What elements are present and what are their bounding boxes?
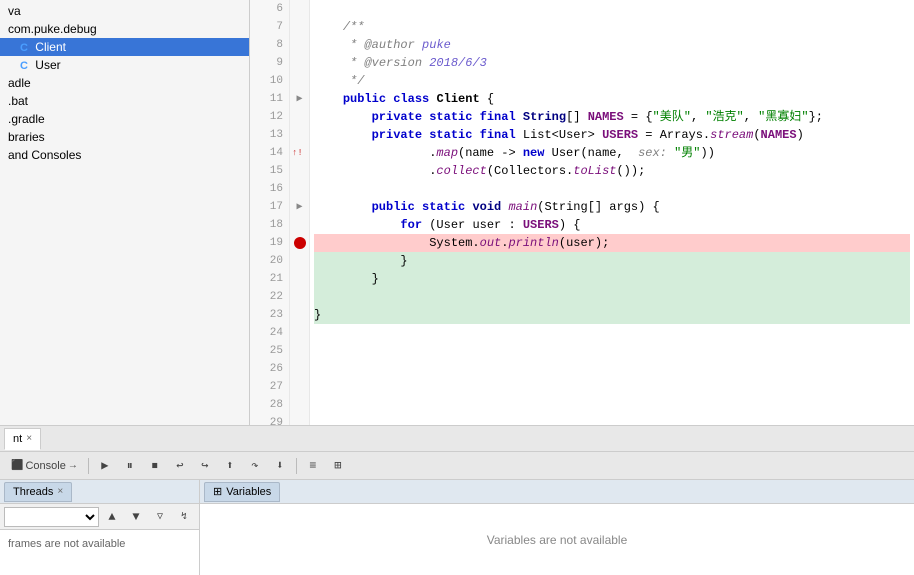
variables-icon: ⊞ bbox=[213, 485, 222, 498]
variables-unavailable-text: Variables are not available bbox=[487, 533, 628, 547]
sidebar-item-adle[interactable]: adle bbox=[0, 74, 249, 92]
btn-step-out[interactable]: ⬆ bbox=[219, 455, 241, 477]
toolbar-sep-2 bbox=[296, 458, 297, 474]
debug-tab-nt[interactable]: nt × bbox=[4, 428, 41, 450]
code-line-6 bbox=[314, 0, 910, 18]
btn-step-over[interactable]: ↩ bbox=[169, 455, 191, 477]
threads-panel: Threads × ▲ ▼ ▽ ↯ frames are not availab… bbox=[0, 480, 200, 575]
threads-toolbar: ▲ ▼ ▽ ↯ bbox=[0, 504, 199, 530]
code-line-25 bbox=[314, 342, 910, 360]
variables-content: Variables are not available bbox=[200, 504, 914, 575]
code-line-22 bbox=[314, 288, 910, 306]
editor: 6 7 8 9 10 11 12 13 14 15 16 17 18 19 20… bbox=[250, 0, 914, 425]
console-label-btn: ⬛ Console → bbox=[6, 455, 83, 477]
btn-layout[interactable]: ⊞ bbox=[327, 455, 349, 477]
code-line-11: public class Client { bbox=[314, 90, 910, 108]
threads-btn-up[interactable]: ▲ bbox=[101, 506, 123, 528]
threads-dropdown[interactable] bbox=[4, 507, 99, 527]
code-line-27 bbox=[314, 378, 910, 396]
annotation-14: ↑! bbox=[290, 144, 309, 162]
line-numbers: 6 7 8 9 10 11 12 13 14 15 16 17 18 19 20… bbox=[250, 0, 290, 425]
code-line-10: */ bbox=[314, 72, 910, 90]
code-line-13: private static final List<User> USERS = … bbox=[314, 126, 910, 144]
bottom-panel: nt × ⬛ Console → ▶ ⏸ ⏹ ↩ ↪ ⬆ ↷ ⬇ ≡ ⊞ bbox=[0, 425, 914, 575]
code-line-12: private static final String[] NAMES = {"… bbox=[314, 108, 910, 126]
btn-step-into[interactable]: ↪ bbox=[194, 455, 216, 477]
sidebar: va com.puke.debug C Client C User adle .… bbox=[0, 0, 250, 425]
variables-tab-label: Variables bbox=[226, 486, 271, 498]
debug-tab-bar: nt × bbox=[0, 426, 914, 452]
code-line-23: } bbox=[314, 306, 910, 324]
debug-toolbar: ⬛ Console → ▶ ⏸ ⏹ ↩ ↪ ⬆ ↷ ⬇ ≡ ⊞ bbox=[0, 452, 914, 480]
code-line-19: System.out.println(user); bbox=[314, 234, 910, 252]
threads-tab-label: Threads bbox=[13, 486, 53, 498]
code-line-29 bbox=[314, 414, 910, 425]
frames-unavailable-text: frames are not available bbox=[4, 534, 195, 554]
threads-tab-close[interactable]: × bbox=[57, 486, 63, 497]
code-content: /** * @author puke * @version 2018/6/3 *… bbox=[310, 0, 914, 425]
console-arrow: → bbox=[68, 460, 78, 471]
code-line-28 bbox=[314, 396, 910, 414]
panel-content: Threads × ▲ ▼ ▽ ↯ frames are not availab… bbox=[0, 480, 914, 575]
threads-tab-bar: Threads × bbox=[0, 480, 199, 504]
code-line-14: .map(name -> new User(name, sex: "男")) bbox=[314, 144, 910, 162]
sidebar-item-client[interactable]: C Client bbox=[0, 38, 249, 56]
variables-tab-bar: ⊞ Variables bbox=[200, 480, 914, 504]
code-line-16 bbox=[314, 180, 910, 198]
code-area: va com.puke.debug C Client C User adle .… bbox=[0, 0, 914, 425]
btn-settings[interactable]: ≡ bbox=[302, 455, 324, 477]
threads-btn-down[interactable]: ▼ bbox=[125, 506, 147, 528]
sidebar-item-user[interactable]: C User bbox=[0, 56, 249, 74]
btn-evaluate[interactable]: ⬇ bbox=[269, 455, 291, 477]
code-line-17: public static void main(String[] args) { bbox=[314, 198, 910, 216]
threads-tab[interactable]: Threads × bbox=[4, 482, 72, 502]
code-line-18: for (User user : USERS) { bbox=[314, 216, 910, 234]
variables-panel: ⊞ Variables Variables are not available bbox=[200, 480, 914, 575]
threads-btn-filter[interactable]: ▽ bbox=[149, 506, 171, 528]
btn-stop[interactable]: ⏹ bbox=[144, 455, 166, 477]
code-line-21: } bbox=[314, 270, 910, 288]
threads-content: frames are not available bbox=[0, 530, 199, 575]
code-line-8: * @author puke bbox=[314, 36, 910, 54]
sidebar-item-libraries[interactable]: braries bbox=[0, 128, 249, 146]
btn-resume[interactable]: ▶ bbox=[94, 455, 116, 477]
code-line-15: .collect(Collectors.toList()); bbox=[314, 162, 910, 180]
code-line-7: /** bbox=[314, 18, 910, 36]
fold-arrow-11[interactable]: ▶ bbox=[290, 90, 309, 108]
code-line-24 bbox=[314, 324, 910, 342]
code-line-9: * @version 2018/6/3 bbox=[314, 54, 910, 72]
debug-tab-label: nt bbox=[13, 433, 22, 445]
code-line-20: } bbox=[314, 252, 910, 270]
sidebar-item-gradle[interactable]: .gradle bbox=[0, 110, 249, 128]
btn-pause[interactable]: ⏸ bbox=[119, 455, 141, 477]
sidebar-item-package[interactable]: com.puke.debug bbox=[0, 20, 249, 38]
code-line-26 bbox=[314, 360, 910, 378]
toolbar-sep-1 bbox=[88, 458, 89, 474]
sidebar-item-consoles[interactable]: and Consoles bbox=[0, 146, 249, 164]
sidebar-item-va[interactable]: va bbox=[0, 2, 249, 20]
fold-arrow-17[interactable]: ▶ bbox=[290, 198, 309, 216]
btn-run-to-cursor[interactable]: ↷ bbox=[244, 455, 266, 477]
console-icon: ⬛ bbox=[11, 460, 23, 471]
variables-tab[interactable]: ⊞ Variables bbox=[204, 482, 280, 502]
debug-tab-close[interactable]: × bbox=[26, 433, 32, 444]
sidebar-item-bat[interactable]: .bat bbox=[0, 92, 249, 110]
console-label: Console bbox=[25, 460, 65, 472]
threads-btn-export[interactable]: ↯ bbox=[173, 506, 195, 528]
main-container: va com.puke.debug C Client C User adle .… bbox=[0, 0, 914, 575]
client-icon: C bbox=[20, 42, 28, 54]
user-icon: C bbox=[20, 60, 28, 72]
breakpoint-19[interactable] bbox=[290, 234, 309, 252]
gutter: ▶ ↑! ▶ bbox=[290, 0, 310, 425]
